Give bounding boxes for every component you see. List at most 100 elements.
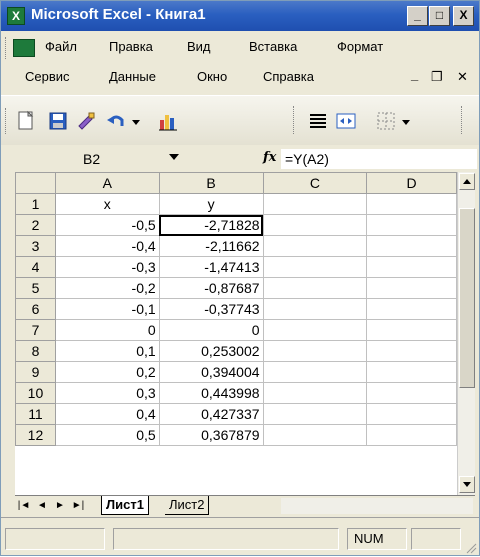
cell-b[interactable]: 0,443998 xyxy=(158,382,264,404)
borders-dropdown-icon[interactable] xyxy=(399,110,413,132)
row-header[interactable]: 12 xyxy=(15,424,56,446)
cell-c[interactable] xyxy=(262,340,368,362)
row-header[interactable]: 6 xyxy=(15,298,56,320)
cell-b[interactable]: -2,11662 xyxy=(158,235,264,257)
formula-input[interactable]: =Y(A2) xyxy=(281,149,477,169)
doc-restore-button[interactable]: ❐ xyxy=(431,69,443,85)
row-header[interactable]: 7 xyxy=(15,319,56,341)
vertical-scrollbar[interactable] xyxy=(457,172,475,495)
toolbar-options-grip[interactable] xyxy=(461,106,464,134)
row-header[interactable]: 8 xyxy=(15,340,56,362)
sheet-tab-2[interactable]: Лист2 xyxy=(165,496,210,515)
name-box[interactable]: B2 xyxy=(19,148,219,170)
row-header[interactable]: 10 xyxy=(15,382,56,404)
cell-d[interactable] xyxy=(366,382,457,404)
cell-d[interactable] xyxy=(366,424,457,446)
menu-help[interactable]: Справка xyxy=(263,69,314,84)
column-header-a[interactable]: A xyxy=(54,172,160,194)
cell-d[interactable] xyxy=(366,403,457,425)
cell-b[interactable]: -1,47413 xyxy=(158,256,264,278)
cell-b[interactable]: 0,253002 xyxy=(158,340,264,362)
menu-edit[interactable]: Правка xyxy=(109,39,153,54)
name-box-dropdown-icon[interactable] xyxy=(169,154,179,160)
cell-c[interactable] xyxy=(262,298,368,320)
sheet-tab-1[interactable]: Лист1 xyxy=(101,496,149,515)
cell-d[interactable] xyxy=(366,256,457,278)
menu-insert[interactable]: Вставка xyxy=(249,39,297,54)
document-icon[interactable] xyxy=(13,39,35,57)
cell-c[interactable] xyxy=(262,214,368,236)
cell-a[interactable]: -0,2 xyxy=(54,277,160,299)
row-header[interactable]: 2 xyxy=(15,214,56,236)
cell-a[interactable]: 0,1 xyxy=(54,340,160,362)
cell-a[interactable]: 0 xyxy=(54,319,160,341)
cell-d[interactable] xyxy=(366,193,457,215)
prev-sheet-button[interactable]: ◄ xyxy=(35,498,49,514)
cell-a[interactable]: -0,5 xyxy=(54,214,160,236)
new-file-icon[interactable] xyxy=(15,110,37,132)
vertical-scroll-thumb[interactable] xyxy=(459,208,475,388)
format-painter-icon[interactable] xyxy=(75,110,97,132)
worksheet-grid[interactable]: A B C D 1 x y 2 -0,5 -2,71828 3 -0,4 -2,11662 4 -0… xyxy=(15,172,457,495)
next-sheet-button[interactable]: ► xyxy=(53,498,67,514)
row-header[interactable]: 9 xyxy=(15,361,56,383)
horizontal-scrollbar[interactable] xyxy=(281,498,473,514)
chart-wizard-icon[interactable] xyxy=(157,110,179,132)
cell-a[interactable]: 0,5 xyxy=(54,424,160,446)
title-bar[interactable]: X Microsoft Excel - Книга1 _ □ X xyxy=(1,1,479,31)
cell-a[interactable]: 0,2 xyxy=(54,361,160,383)
scroll-down-button[interactable] xyxy=(459,476,475,493)
cell-c[interactable] xyxy=(262,256,368,278)
close-button[interactable]: X xyxy=(453,6,474,26)
cell-d[interactable] xyxy=(366,340,457,362)
cell-a[interactable]: x xyxy=(54,193,160,215)
cell-a[interactable]: 0,3 xyxy=(54,382,160,404)
menu-window[interactable]: Окно xyxy=(197,69,227,84)
toolbar-grip-2[interactable] xyxy=(293,106,296,134)
scroll-up-button[interactable] xyxy=(459,173,475,190)
cell-c[interactable] xyxy=(262,235,368,257)
cell-b[interactable]: 0,367879 xyxy=(158,424,264,446)
last-sheet-button[interactable]: ►| xyxy=(71,498,85,514)
row-header[interactable]: 1 xyxy=(15,193,56,215)
cell-b[interactable]: -0,37743 xyxy=(158,298,264,320)
cell-b[interactable]: 0,427337 xyxy=(158,403,264,425)
cell-a[interactable]: 0,4 xyxy=(54,403,160,425)
column-header-d[interactable]: D xyxy=(366,172,457,194)
undo-dropdown-icon[interactable] xyxy=(129,110,143,132)
cell-c[interactable] xyxy=(262,403,368,425)
cell-a[interactable]: -0,1 xyxy=(54,298,160,320)
toolbar-grip[interactable] xyxy=(5,108,8,134)
cell-a[interactable]: -0,4 xyxy=(54,235,160,257)
cell-c[interactable] xyxy=(262,382,368,404)
row-header[interactable]: 5 xyxy=(15,277,56,299)
menu-format[interactable]: Формат xyxy=(337,39,383,54)
row-header[interactable]: 3 xyxy=(15,235,56,257)
select-all-corner[interactable] xyxy=(15,172,56,194)
selected-cell-b2[interactable]: -2,71828 xyxy=(158,214,264,236)
maximize-button[interactable]: □ xyxy=(429,6,450,26)
insert-function-icon[interactable]: fx xyxy=(263,150,276,165)
undo-icon[interactable] xyxy=(105,110,127,132)
minimize-button[interactable]: _ xyxy=(407,6,428,26)
cell-c[interactable] xyxy=(262,193,368,215)
cell-d[interactable] xyxy=(366,361,457,383)
align-icon[interactable] xyxy=(307,110,329,132)
cell-c[interactable] xyxy=(262,361,368,383)
column-header-b[interactable]: B xyxy=(158,172,264,194)
first-sheet-button[interactable]: |◄ xyxy=(17,498,31,514)
column-header-c[interactable]: C xyxy=(262,172,368,194)
resize-grip-icon[interactable] xyxy=(463,540,477,554)
cell-b[interactable]: 0 xyxy=(158,319,264,341)
cell-c[interactable] xyxy=(262,277,368,299)
doc-minimize-button[interactable]: _ xyxy=(411,67,418,82)
row-header[interactable]: 11 xyxy=(15,403,56,425)
cell-d[interactable] xyxy=(366,214,457,236)
menu-file[interactable]: Файл xyxy=(45,39,77,54)
menu-data[interactable]: Данные xyxy=(109,69,156,84)
cell-c[interactable] xyxy=(262,424,368,446)
cell-d[interactable] xyxy=(366,235,457,257)
cell-c[interactable] xyxy=(262,319,368,341)
save-icon[interactable] xyxy=(47,110,69,132)
menu-view[interactable]: Вид xyxy=(187,39,211,54)
